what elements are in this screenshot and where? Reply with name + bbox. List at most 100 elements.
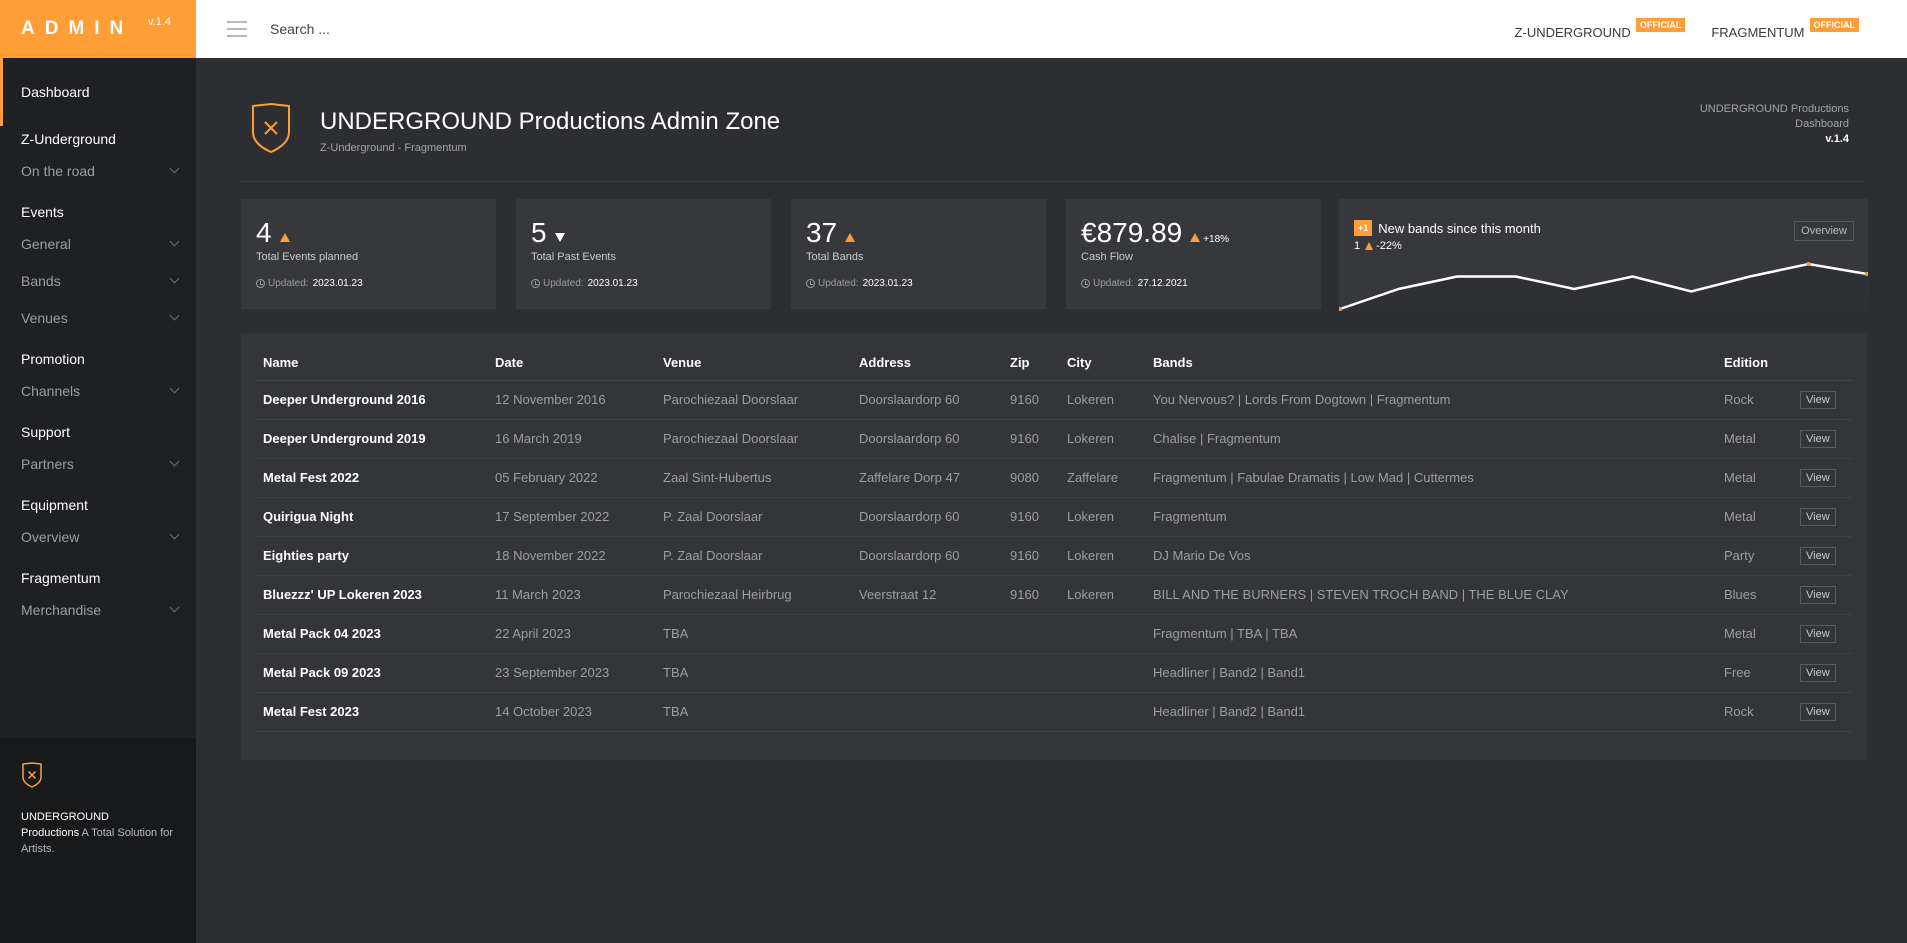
sidebar-item[interactable]: General	[0, 225, 196, 262]
cell-zip: 9160	[1003, 497, 1060, 537]
stat-value: €879.89	[1081, 217, 1183, 248]
clock-icon	[806, 279, 815, 288]
cell-action: View	[1793, 692, 1852, 732]
view-button[interactable]: View	[1800, 702, 1836, 721]
cell-city: Zaffelare	[1060, 458, 1146, 498]
cell-name: Metal Pack 04 2023	[256, 614, 488, 654]
column-header: Edition	[1717, 345, 1793, 381]
chevron-down-icon	[169, 529, 180, 540]
view-button[interactable]: View	[1800, 468, 1836, 487]
sidebar-item[interactable]: Channels	[0, 372, 196, 409]
table-row: Metal Pack 09 2023 23 September 2023 TBA He…	[256, 653, 1852, 693]
cell-edition: Party	[1717, 536, 1793, 576]
table-header-row: Name Date Venue Address Zip City Bands Edition	[256, 345, 1852, 381]
clock-icon	[531, 279, 540, 288]
sidebar-item[interactable]: Overview	[0, 518, 196, 555]
cell-name: Deeper Underground 2016	[256, 380, 488, 420]
sidebar-item-label: Channels	[21, 382, 81, 399]
sidebar-section-title: Fragmentum	[21, 570, 101, 586]
sidebar-item[interactable]: On the road	[0, 152, 196, 189]
brand-version: v.1.4	[147, 16, 171, 28]
header-page: Dashboard	[1795, 118, 1849, 130]
view-button[interactable]: View	[1800, 546, 1836, 565]
stat-value: 5	[531, 217, 547, 248]
chevron-down-icon	[169, 163, 180, 174]
trend-down-icon	[554, 233, 565, 242]
new-bands-count: 1	[1354, 240, 1361, 252]
overview-button[interactable]: Overview	[1794, 221, 1854, 241]
cell-edition: Metal	[1717, 497, 1793, 537]
cell-edition: Rock	[1717, 692, 1793, 732]
sidebar-item[interactable]: Bands	[0, 262, 196, 299]
org-fragmentum[interactable]: FRAGMENTUM OFFICIAL	[1711, 18, 1859, 40]
cell-name: Metal Fest 2022	[256, 458, 488, 498]
sidebar-item[interactable]: Merchandise	[0, 591, 196, 628]
cell-venue: P. Zaal Doorslaar	[656, 536, 852, 576]
cell-edition: Rock	[1717, 380, 1793, 420]
cell-address: Doorslaardorp 60	[852, 380, 1003, 420]
cell-date: 22 April 2023	[488, 614, 656, 654]
official-badge: OFFICIAL	[1809, 18, 1859, 32]
stat-card-past-events: 5 Total Past Events Updated: 2023.01.23	[516, 199, 771, 309]
search-input[interactable]	[270, 21, 690, 37]
sidebar-item-dashboard[interactable]: Dashboard	[0, 58, 196, 126]
cell-bands: Fragmentum | Fabulae Dramatis | Low Mad …	[1146, 458, 1717, 498]
view-button[interactable]: View	[1800, 663, 1836, 682]
cell-date: 11 March 2023	[488, 575, 656, 615]
column-header: Address	[852, 345, 1003, 381]
trend-up-icon	[845, 233, 856, 242]
table-row: Eighties party 18 November 2022 P. Zaal Do…	[256, 536, 1852, 576]
view-button[interactable]: View	[1800, 624, 1836, 643]
brand[interactable]: ADMIN v.1.4	[0, 0, 196, 58]
hamburger-menu-icon[interactable]	[227, 21, 247, 37]
new-bands-percent: -22%	[1376, 240, 1402, 252]
cell-city	[1060, 692, 1146, 732]
org-name: Z-UNDERGROUND	[1514, 25, 1631, 40]
cell-date: 16 March 2019	[488, 419, 656, 459]
org-z-underground[interactable]: Z-UNDERGROUND OFFICIAL	[1515, 18, 1686, 40]
sidebar-item[interactable]: Partners	[0, 445, 196, 482]
cell-date: 05 February 2022	[488, 458, 656, 498]
column-header: Venue	[656, 345, 852, 381]
updated-date: 2023.01.23	[312, 278, 363, 289]
sidebar-footer: UNDERGROUND Productions A Total Solution…	[0, 738, 196, 943]
sidebar-section-title: Equipment	[21, 497, 88, 513]
stat-label: Total Past Events	[531, 251, 616, 263]
updated-date: 2023.01.23	[587, 278, 638, 289]
stat-value: 37	[806, 217, 838, 248]
cell-venue: TBA	[656, 653, 852, 693]
sparkline-point	[1806, 262, 1811, 266]
sidebar-section-title: Z-Underground	[21, 131, 116, 147]
view-button[interactable]: View	[1800, 429, 1836, 448]
column-header: City	[1060, 345, 1146, 381]
updated-label: Updated:	[1093, 278, 1134, 289]
main-content: UNDERGROUND Productions Admin Zone Z-Und…	[196, 58, 1907, 943]
sidebar-item-label: Overview	[21, 528, 80, 545]
cell-city: Lokeren	[1060, 380, 1146, 420]
sidebar-item-label: On the road	[21, 162, 95, 179]
cell-city: Lokeren	[1060, 575, 1146, 615]
updated-label: Updated:	[268, 278, 309, 289]
sparkline-area	[1339, 264, 1868, 311]
sidebar-item[interactable]: Venues	[0, 299, 196, 336]
view-button[interactable]: View	[1800, 390, 1836, 409]
cell-address	[852, 653, 1003, 693]
sidebar-item-label: Partners	[21, 455, 74, 472]
org-switcher: Z-UNDERGROUND OFFICIAL FRAGMENTUM OFFICI…	[1515, 18, 1859, 40]
cell-address: Veerstraat 12	[852, 575, 1003, 615]
updated-label: Updated:	[818, 278, 859, 289]
sidebar-section-title: Support	[21, 424, 71, 440]
view-button[interactable]: View	[1800, 585, 1836, 604]
cell-city: Lokeren	[1060, 419, 1146, 459]
official-badge: OFFICIAL	[1635, 18, 1686, 32]
clock-icon	[256, 279, 265, 288]
trend-up-icon	[279, 233, 290, 242]
trend-up-icon	[1365, 242, 1374, 250]
view-button[interactable]: View	[1800, 507, 1836, 526]
cell-bands: Fragmentum | TBA | TBA	[1146, 614, 1717, 654]
stat-label: Total Events planned	[256, 251, 359, 263]
page-header: UNDERGROUND Productions Admin Zone Z-Und…	[241, 102, 1863, 182]
header-version: v.1.4	[1825, 133, 1849, 145]
cell-zip: 9160	[1003, 575, 1060, 615]
cell-edition: Metal	[1717, 458, 1793, 498]
